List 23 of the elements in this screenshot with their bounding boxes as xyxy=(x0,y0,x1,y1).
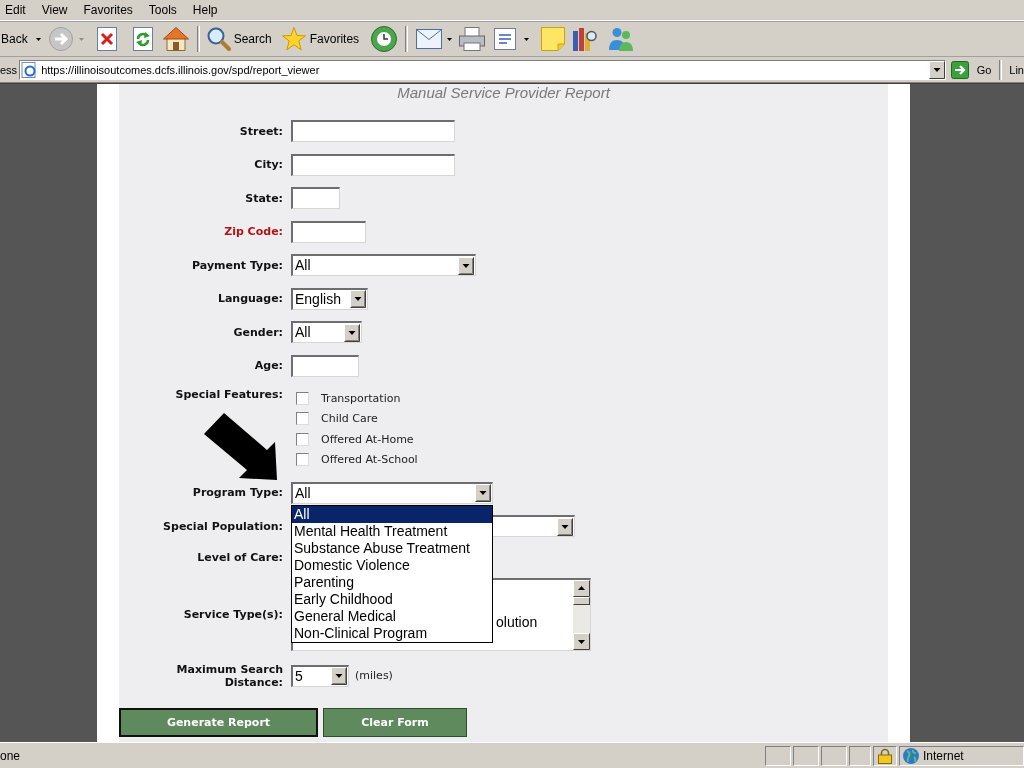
field-label: Service Type(s): xyxy=(183,608,283,621)
address-label: ess xyxy=(0,63,18,76)
zone-label: Internet xyxy=(923,748,964,763)
field-label: State: xyxy=(245,191,283,205)
field-label: Level of Care: xyxy=(197,551,283,564)
field-label: City: xyxy=(254,158,283,171)
checkbox-label: Offered At-School xyxy=(321,453,418,467)
checkbox-label: Transportation xyxy=(321,391,401,405)
field-label: Gender: xyxy=(233,325,283,339)
checkbox-label: Child Care xyxy=(321,412,378,426)
unit-label: (miles) xyxy=(355,669,393,682)
field-label: Maximum Search Distance: xyxy=(175,662,283,689)
field-label: Program Type: xyxy=(192,486,283,499)
field-label: Age: xyxy=(254,359,283,372)
checkbox-label: Offered At-Home xyxy=(321,432,414,446)
field-label: Zip Code: xyxy=(224,225,283,238)
field-label: Language: xyxy=(217,292,283,305)
field-label: Special Features: xyxy=(175,388,283,401)
report-title: Manual Service Provider Report xyxy=(396,85,612,101)
field-label: Street: xyxy=(239,124,283,138)
field-label: Payment Type: xyxy=(192,258,283,272)
field-label: Special Population: xyxy=(163,519,283,533)
status-text: one xyxy=(0,748,22,763)
